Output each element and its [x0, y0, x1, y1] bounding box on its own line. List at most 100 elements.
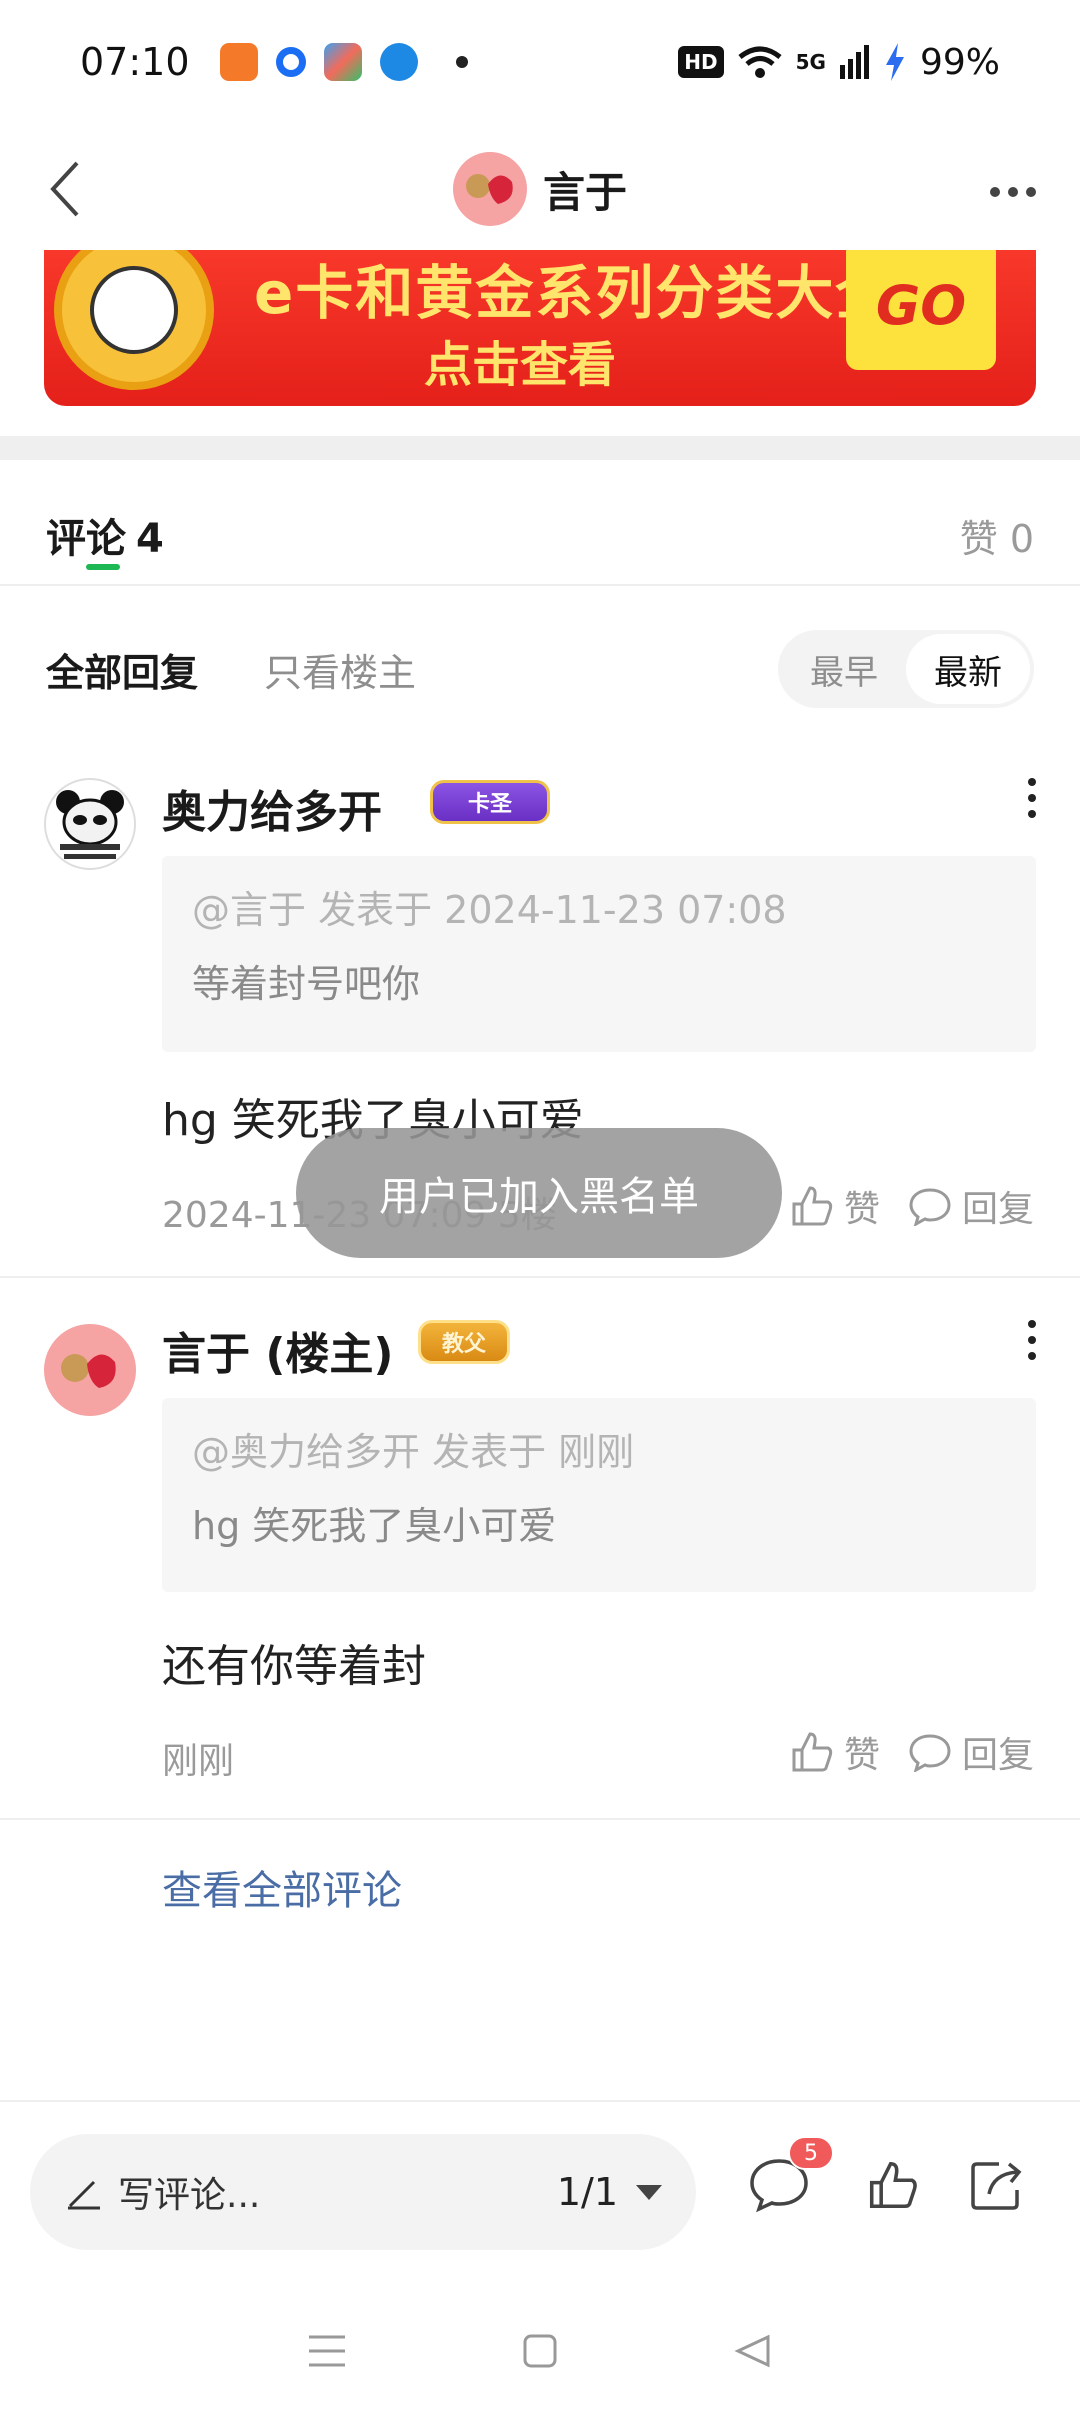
banner-title: e卡和黄金系列分类大全 — [254, 259, 896, 327]
page-indicator[interactable]: 1/1 — [557, 2170, 662, 2214]
thumbs-up-icon — [869, 2161, 917, 2209]
quoted-text: hg 笑死我了臭小可爱 — [192, 1504, 557, 1548]
chat-bubble-icon — [909, 1188, 951, 1226]
sort-oldest[interactable]: 最早 — [782, 634, 906, 704]
header-user[interactable]: 言于 — [452, 152, 627, 226]
chevron-left-icon — [50, 161, 79, 217]
app-icon-browser — [379, 43, 418, 81]
like-post-button[interactable] — [858, 2150, 928, 2220]
reply-button[interactable]: 回复 — [908, 1180, 1034, 1232]
user-rank-badge: 教父 — [418, 1320, 510, 1364]
thumbs-up-icon — [792, 1732, 833, 1772]
quoted-text: 等着封号吧你 — [192, 962, 421, 1006]
filter-bar: 全部回复 只看楼主 最早 最新 — [0, 600, 1080, 740]
recent-apps-button[interactable] — [297, 2321, 357, 2381]
comment-section-header: 评论 4 赞 0 — [0, 460, 1080, 586]
system-nav-bar — [0, 2290, 1080, 2412]
like-label: 赞 — [843, 1189, 880, 1230]
comment-divider — [0, 1818, 1080, 1820]
reply-label: 回复 — [961, 1189, 1034, 1230]
dot-icon — [1028, 1352, 1036, 1360]
alarm-clock-icon — [54, 250, 214, 390]
user-rank-badge: 卡圣 — [430, 780, 550, 824]
app-icon-orange — [219, 43, 258, 81]
triangle-back-icon — [734, 2334, 770, 2368]
quoted-reply: @奥力给多开 发表于 刚刚 hg 笑死我了臭小可爱 — [162, 1398, 1036, 1592]
status-time: 07:10 — [80, 40, 190, 84]
banner-go-button[interactable]: GO — [846, 250, 996, 370]
promo-banner[interactable]: e卡和黄金系列分类大全 点击查看 GO — [44, 250, 1036, 406]
thumbs-up-icon — [792, 1186, 833, 1226]
header-title: 言于 — [542, 167, 627, 217]
top-header: 言于 — [0, 124, 1080, 254]
comment-more-button[interactable] — [1012, 1310, 1052, 1370]
reply-button[interactable]: 回复 — [908, 1726, 1034, 1778]
share-button[interactable] — [962, 2150, 1032, 2220]
comment-count-badge: 5 — [788, 2136, 834, 2170]
section-separator — [0, 436, 1080, 460]
panda-meme-icon — [46, 780, 134, 868]
page-indicator-text: 1/1 — [556, 2170, 618, 2214]
wifi-icon — [738, 46, 782, 78]
reply-label: 回复 — [961, 1735, 1034, 1776]
dot-icon — [1028, 810, 1036, 818]
comment-item: 言于 (楼主) 教父 @奥力给多开 发表于 刚刚 hg 笑死我了臭小可爱 还有你… — [0, 1280, 1080, 1820]
quoted-reply: @言于 发表于 2024-11-23 07:08 等着封号吧你 — [162, 856, 1036, 1052]
comment-actions: 赞 回复 — [790, 1180, 1034, 1232]
home-button[interactable] — [510, 2321, 570, 2381]
dot-icon — [1026, 187, 1036, 197]
header-avatar[interactable] — [452, 152, 527, 226]
like-button[interactable]: 赞 — [790, 1180, 880, 1232]
banner-subtitle: 点击查看 — [424, 337, 617, 393]
tab-likes[interactable]: 赞 0 — [960, 508, 1034, 563]
sort-newest[interactable]: 最新 — [906, 634, 1030, 704]
filter-all-replies[interactable]: 全部回复 — [46, 642, 198, 697]
toast-message: 用户已加入黑名单 — [296, 1128, 782, 1258]
dot-icon — [1028, 778, 1036, 786]
dot-icon — [1008, 187, 1018, 197]
network-label: 5G — [795, 50, 826, 74]
tab-comments-count: 4 — [136, 516, 164, 562]
comments-button[interactable]: 5 — [744, 2136, 834, 2220]
chat-bubble-icon — [909, 1734, 951, 1772]
status-app-icons — [219, 43, 468, 81]
more-notifications-icon — [455, 56, 468, 68]
commenter-name[interactable]: 言于 (楼主) — [162, 1318, 394, 1382]
commenter-name[interactable]: 奥力给多开 — [162, 776, 382, 840]
signal-icon — [839, 45, 869, 79]
comment-body: 还有你等着封 — [162, 1641, 426, 1692]
clock-face — [90, 266, 178, 354]
tab-comments-label: 评论 — [46, 516, 126, 562]
like-button[interactable]: 赞 — [790, 1726, 880, 1778]
menu-icon — [308, 2335, 345, 2367]
more-options-button[interactable] — [968, 164, 1058, 220]
share-icon — [971, 2162, 1022, 2210]
dot-icon — [990, 187, 1000, 197]
battery-percent: 99% — [919, 41, 1000, 83]
write-comment-input[interactable]: 写评论... 1/1 — [30, 2134, 696, 2250]
comment-more-button[interactable] — [1012, 768, 1052, 828]
pencil-icon — [68, 2180, 100, 2210]
sort-toggle: 最早 最新 — [778, 630, 1034, 708]
quoted-meta: @奥力给多开 发表于 刚刚 — [192, 1430, 635, 1474]
dot-icon — [1028, 1336, 1036, 1344]
view-all-comments-link[interactable]: 查看全部评论 — [162, 1858, 402, 1916]
caret-down-icon — [636, 2184, 662, 2200]
hd-icon: HD — [678, 46, 724, 78]
back-button[interactable] — [24, 144, 104, 234]
bottom-action-bar: 写评论... 1/1 5 — [0, 2100, 1080, 2290]
filter-owner-only[interactable]: 只看楼主 — [264, 642, 416, 697]
tab-comments[interactable]: 评论 4 — [46, 506, 164, 564]
like-label: 赞 — [843, 1735, 880, 1776]
commenter-avatar[interactable] — [44, 1324, 136, 1416]
commenter-avatar[interactable] — [44, 778, 136, 870]
comment-meta: 刚刚 — [162, 1741, 235, 1782]
charging-icon — [885, 43, 904, 81]
comment-actions: 赞 回复 — [790, 1726, 1034, 1778]
tab-active-indicator — [86, 564, 120, 570]
avatar-illustration-icon — [61, 1354, 116, 1388]
app-icon-colorful — [323, 43, 362, 81]
system-back-button[interactable] — [723, 2321, 783, 2381]
avatar-illustration-icon — [465, 174, 513, 204]
comment-divider — [0, 1276, 1080, 1278]
